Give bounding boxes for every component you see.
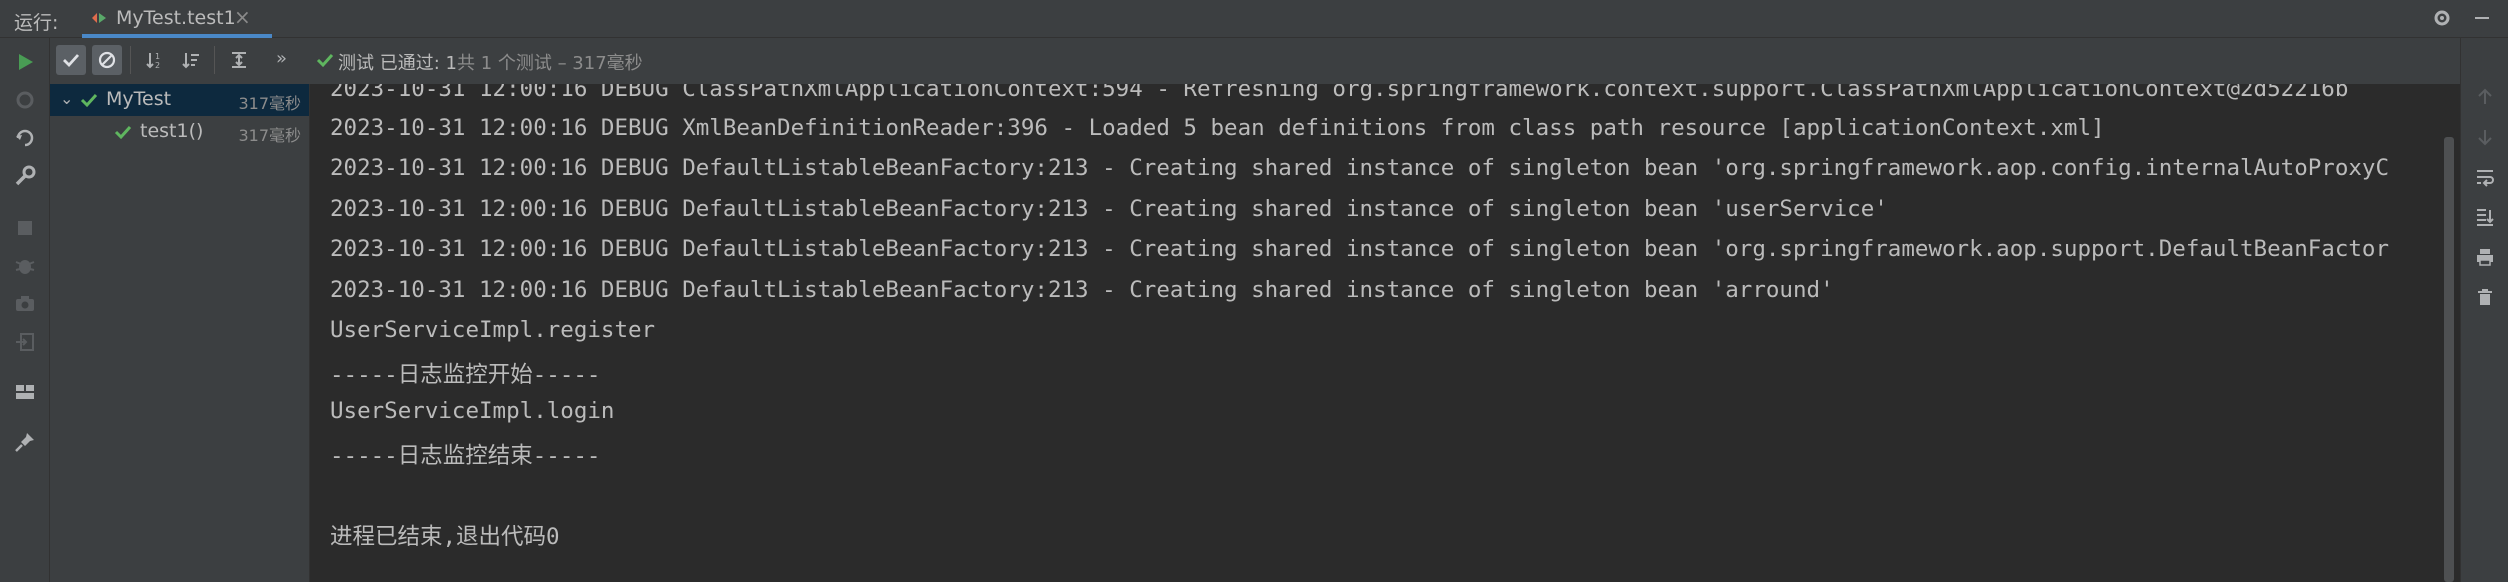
down-arrow-icon[interactable]	[2474, 126, 2496, 148]
run-tool-window-header: 运行: MyTest.test1 ×	[0, 0, 2508, 38]
toggle-autotest-icon[interactable]	[13, 126, 37, 150]
test-status-text: 测试 已通过: 1共 1 个测试 – 317毫秒	[338, 49, 643, 75]
soft-wrap-icon[interactable]	[2474, 166, 2496, 188]
junit-run-config-icon	[90, 9, 108, 27]
console-line: UserServiceImpl.login	[330, 398, 615, 424]
run-label: 运行:	[14, 12, 59, 34]
more-chevron-icon[interactable]: »	[276, 48, 287, 69]
console-line: 2023-10-31 12:00:16 DEBUG DefaultListabl…	[330, 236, 2390, 262]
tree-item-label: MyTest	[106, 88, 172, 110]
stop-icon[interactable]	[13, 216, 37, 240]
camera-icon[interactable]	[13, 292, 37, 316]
print-icon[interactable]	[2474, 246, 2496, 268]
up-arrow-icon[interactable]	[2474, 86, 2496, 108]
check-icon	[80, 91, 98, 113]
check-icon	[114, 123, 132, 145]
minimize-icon[interactable]	[2472, 8, 2492, 33]
left-tool-strip	[0, 38, 50, 582]
passed-text: 测试 已通过: 1	[338, 53, 457, 74]
console-line: 2023-10-31 12:00:16 DEBUG ClassPathXmlAp…	[330, 84, 2349, 102]
scroll-to-end-icon[interactable]	[2474, 206, 2496, 228]
expand-all-button[interactable]	[224, 45, 254, 75]
toolbar-separator	[214, 46, 215, 74]
right-tool-strip	[2460, 38, 2508, 582]
summary-text: 共 1 个测试 – 317毫秒	[456, 53, 643, 74]
tab-mytest-test1[interactable]: MyTest.test1 ×	[82, 0, 272, 38]
pin-icon[interactable]	[13, 430, 37, 454]
tree-item-duration: 317毫秒	[238, 126, 301, 145]
tree-item-test1[interactable]: test1() 317毫秒	[50, 116, 309, 148]
tab-title: MyTest.test1	[116, 7, 236, 29]
console-line: UserServiceImpl.register	[330, 317, 656, 343]
trash-icon[interactable]	[2474, 286, 2496, 308]
svg-text:1: 1	[155, 52, 160, 61]
rerun-icon[interactable]	[13, 50, 37, 74]
show-passed-button[interactable]	[56, 45, 86, 75]
wrench-icon[interactable]	[13, 164, 37, 188]
console-scrollbar-thumb[interactable]	[2444, 137, 2454, 582]
show-ignored-button[interactable]	[92, 45, 122, 75]
tree-item-label: test1()	[140, 120, 204, 142]
rerun-failed-icon[interactable]	[13, 88, 37, 112]
gear-icon[interactable]	[2432, 8, 2452, 33]
console-output[interactable]: 2023-10-31 12:00:16 DEBUG ClassPathXmlAp…	[310, 84, 2454, 582]
console-line: -----日志监控开始-----	[330, 362, 601, 388]
console-line: -----日志监控结束-----	[330, 443, 601, 469]
sort-alphabetically-button[interactable]: 12	[140, 45, 170, 75]
console-line: 2023-10-31 12:00:16 DEBUG DefaultListabl…	[330, 277, 1834, 303]
debug-icon[interactable]	[13, 254, 37, 278]
test-results-tree: ⌄ MyTest 317毫秒 test1() 317毫秒	[50, 84, 310, 582]
tree-item-mytest[interactable]: ⌄ MyTest 317毫秒	[50, 84, 309, 116]
svg-text:2: 2	[155, 61, 160, 70]
console-line: 2023-10-31 12:00:16 DEBUG DefaultListabl…	[330, 155, 2390, 181]
close-icon[interactable]: ×	[234, 5, 251, 29]
test-status-bar: 测试 已通过: 1共 1 个测试 – 317毫秒	[310, 38, 2460, 84]
console-line: 2023-10-31 12:00:16 DEBUG DefaultListabl…	[330, 196, 1888, 222]
check-icon	[316, 51, 334, 73]
tree-item-duration: 317毫秒	[238, 94, 301, 113]
console-line: 进程已结束,退出代码0	[330, 524, 560, 550]
sort-by-duration-button[interactable]	[176, 45, 206, 75]
chevron-down-icon[interactable]: ⌄	[60, 89, 73, 108]
test-toolbar: 12 »	[50, 38, 310, 84]
console-line: 2023-10-31 12:00:16 DEBUG XmlBeanDefinit…	[330, 115, 2105, 141]
exit-icon[interactable]	[13, 330, 37, 354]
layout-icon[interactable]	[13, 380, 37, 404]
toolbar-separator	[130, 46, 131, 74]
